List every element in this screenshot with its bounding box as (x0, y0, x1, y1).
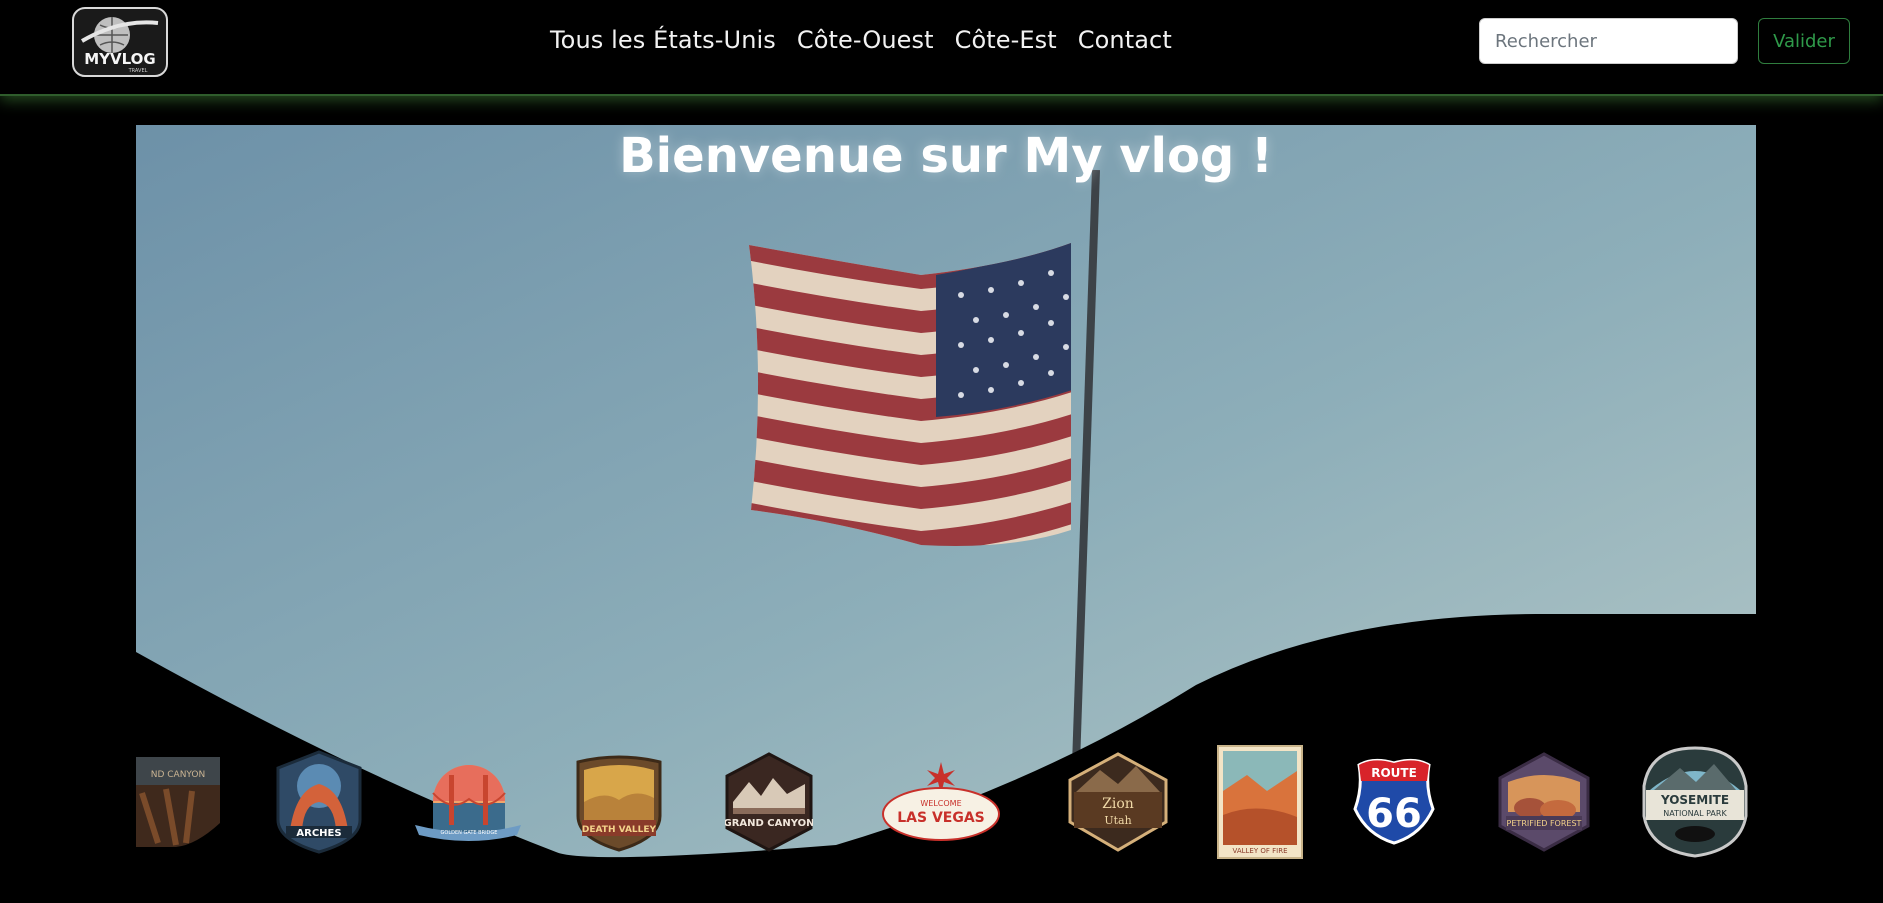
nav-link-cote-est[interactable]: Côte-Est (955, 26, 1057, 54)
badge-grand-canyon[interactable]: GRAND CANYON (725, 752, 813, 852)
nav-link-cote-ouest[interactable]: Côte-Ouest (797, 26, 934, 54)
svg-text:YOSEMITE: YOSEMITE (1660, 793, 1729, 807)
svg-text:ROUTE: ROUTE (1371, 766, 1417, 780)
badge-arches[interactable]: ARCHES (276, 750, 362, 854)
badge-grand-canyon-partial[interactable]: ND CANYON (136, 753, 222, 849)
svg-text:MYVLOG: MYVLOG (84, 50, 155, 68)
svg-text:Zion: Zion (1102, 796, 1134, 812)
svg-text:WELCOME: WELCOME (920, 799, 961, 808)
svg-text:66: 66 (1366, 791, 1422, 837)
badge-death-valley[interactable]: DEATH VALLEY (574, 752, 664, 852)
nav-link-tous-les-etats-unis[interactable]: Tous les États-Unis (550, 26, 776, 54)
hero-title: Bienvenue sur My vlog ! (619, 128, 1273, 184)
svg-text:PETRIFIED FOREST: PETRIFIED FOREST (1507, 819, 1582, 828)
main-nav: Tous les États-Unis Côte-Ouest Côte-Est … (550, 26, 1172, 54)
svg-text:DEATH VALLEY: DEATH VALLEY (582, 825, 657, 835)
svg-text:TRAVEL: TRAVEL (128, 68, 148, 74)
submit-button[interactable]: Valider (1758, 18, 1850, 64)
myvlog-logo[interactable]: MYVLOG TRAVEL (72, 7, 168, 77)
svg-text:ND CANYON: ND CANYON (151, 770, 206, 780)
svg-text:LAS VEGAS: LAS VEGAS (897, 810, 985, 826)
svg-text:VALLEY OF FIRE: VALLEY OF FIRE (1233, 847, 1288, 855)
badge-las-vegas[interactable]: WELCOME LAS VEGAS (881, 762, 1001, 844)
badge-petrified-forest[interactable]: PETRIFIED FOREST (1498, 752, 1590, 852)
svg-text:GRAND CANYON: GRAND CANYON (725, 818, 813, 829)
badge-valley-of-fire[interactable]: VALLEY OF FIRE (1217, 745, 1303, 859)
badge-golden-gate-bridge[interactable]: GOLDEN GATE BRIDGE (413, 763, 523, 843)
badge-yosemite[interactable]: YOSEMITE NATIONAL PARK (1640, 746, 1750, 858)
svg-text:Utah: Utah (1104, 814, 1131, 827)
nav-link-contact[interactable]: Contact (1078, 26, 1172, 54)
badge-route-66[interactable]: ROUTE 66 (1353, 757, 1435, 845)
badge-zion-utah[interactable]: Zion Utah (1066, 752, 1170, 852)
svg-text:NATIONAL PARK: NATIONAL PARK (1663, 809, 1727, 818)
svg-text:GOLDEN GATE BRIDGE: GOLDEN GATE BRIDGE (441, 830, 498, 836)
site-header: MYVLOG TRAVEL Tous les États-Unis Côte-O… (0, 0, 1883, 96)
search-input[interactable] (1479, 18, 1738, 64)
svg-text:ARCHES: ARCHES (296, 828, 341, 839)
